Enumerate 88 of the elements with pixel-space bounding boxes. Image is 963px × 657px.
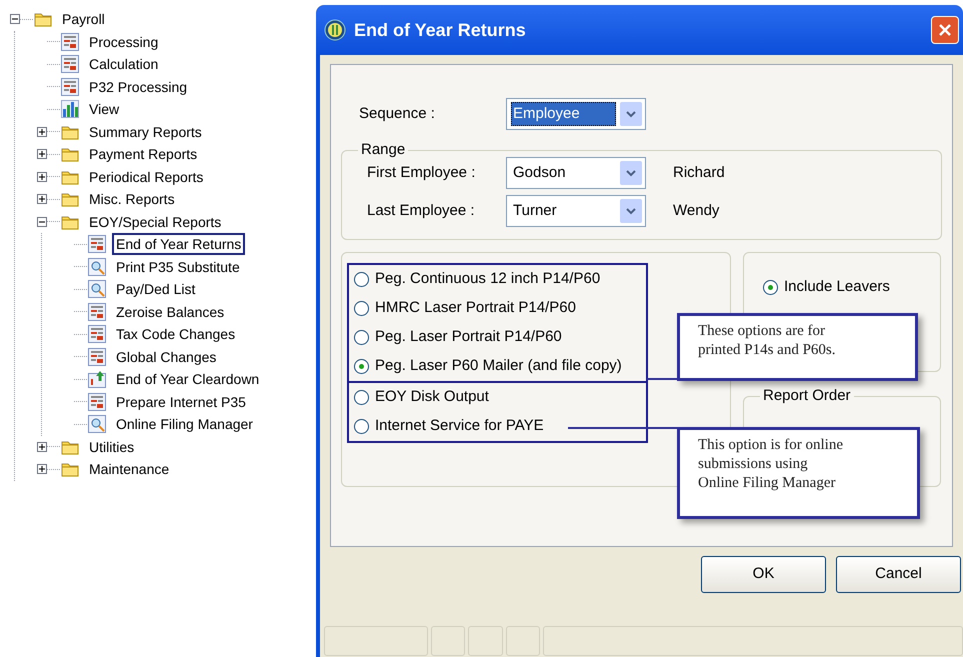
callout-tooltip: This option is for online submissions using Online Filing Manager — [677, 427, 920, 519]
magnifier-icon — [88, 280, 106, 298]
expand-icon[interactable] — [37, 172, 47, 182]
folder-icon — [61, 146, 79, 162]
tree-item[interactable]: Zeroise Balances — [112, 300, 228, 323]
status-pane — [431, 626, 466, 656]
status-pane — [468, 626, 503, 656]
caret-icon — [620, 102, 642, 126]
tree-item[interactable]: Print P35 Substitute — [112, 256, 244, 278]
leader-line — [647, 378, 677, 380]
folder-icon — [61, 191, 79, 208]
tree-item[interactable]: Processing — [85, 30, 162, 53]
callout-tooltip: These options are for printed P14s and P60s. — [677, 313, 918, 381]
radio-option[interactable]: Peg. Laser P60 Mailer (and file copy) — [354, 352, 646, 381]
bar-chart-icon — [61, 100, 79, 118]
magnifier-icon — [88, 258, 106, 276]
folder-icon — [61, 461, 79, 478]
tree-item[interactable]: Utilities — [85, 436, 138, 458]
close-button[interactable] — [931, 16, 959, 44]
field-label: Sequence : — [359, 104, 436, 124]
tree-item[interactable]: Payment Reports — [85, 143, 202, 166]
tree-item[interactable]: Global Changes — [112, 346, 220, 368]
app-icon — [324, 19, 346, 41]
dialog-button[interactable]: OK — [701, 556, 826, 593]
folder-icon — [61, 438, 79, 455]
radio-option[interactable]: Include Leavers — [763, 273, 940, 302]
tree-item[interactable]: Pay/Ded List — [112, 278, 200, 300]
expand-icon[interactable] — [37, 149, 47, 160]
form-icon — [88, 348, 106, 366]
form-icon — [88, 392, 106, 411]
form-icon — [88, 235, 106, 254]
radio-button[interactable] — [354, 301, 369, 316]
radio-option[interactable]: Peg. Continuous 12 inch P14/P60 — [354, 265, 646, 294]
form-icon — [88, 325, 106, 344]
radio-button[interactable] — [354, 419, 369, 434]
status-pane — [506, 626, 540, 656]
collapse-icon[interactable] — [10, 14, 20, 24]
employee-name: Wendy — [673, 200, 720, 221]
caret-icon — [620, 199, 642, 223]
tree-item[interactable]: End of Year Returns — [112, 233, 246, 256]
close-icon — [938, 23, 952, 37]
radio-button[interactable] — [354, 330, 369, 345]
folder-icon — [61, 124, 79, 140]
tree-item[interactable]: Maintenance — [85, 458, 174, 480]
expand-icon[interactable] — [37, 194, 47, 204]
tree-item[interactable]: Prepare Internet P35 — [112, 390, 250, 413]
form-icon — [88, 302, 106, 321]
caret-icon — [620, 161, 642, 185]
expand-icon[interactable] — [37, 464, 47, 474]
field-label: First Employee : — [367, 162, 476, 183]
collapse-icon[interactable] — [37, 216, 47, 227]
tree-item[interactable]: Payroll — [58, 8, 109, 30]
tree-item[interactable]: Calculation — [85, 53, 162, 76]
tree-item[interactable]: Periodical Reports — [85, 166, 208, 188]
expand-icon[interactable] — [37, 442, 47, 452]
radio-button[interactable] — [763, 280, 778, 295]
form-icon — [61, 32, 79, 51]
field-label: Last Employee : — [367, 200, 476, 221]
radio-option[interactable]: Internet Service for PAYE — [354, 412, 646, 441]
expand-icon[interactable] — [37, 126, 47, 137]
employee-name: Richard — [673, 162, 725, 183]
calendar-icon — [88, 370, 106, 388]
form-icon — [61, 55, 79, 74]
tree-item[interactable]: Misc. Reports — [85, 188, 179, 210]
dialog-button[interactable]: Cancel — [836, 556, 961, 593]
folder-icon — [61, 214, 79, 230]
tree-item[interactable]: Online Filing Manager — [112, 413, 257, 436]
radio-option[interactable]: Peg. Laser Portrait P14/P60 — [354, 323, 646, 352]
tree-item[interactable]: Tax Code Changes — [112, 323, 240, 346]
radio-option[interactable]: HMRC Laser Portrait P14/P60 — [354, 294, 646, 323]
dropdown[interactable]: Employee — [506, 98, 646, 130]
dropdown[interactable]: Turner — [506, 195, 646, 227]
tree-item[interactable]: End of Year Cleardown — [112, 368, 264, 390]
dropdown[interactable]: Godson — [506, 157, 646, 189]
tree-item[interactable]: EOY/Special Reports — [85, 210, 226, 233]
radio-option[interactable]: EOY Disk Output — [354, 383, 646, 412]
form-icon — [61, 78, 79, 96]
group-title: Report Order — [760, 386, 854, 406]
radio-button[interactable] — [354, 390, 369, 405]
folder-icon — [61, 168, 79, 185]
magnifier-icon — [88, 415, 106, 434]
folder-icon — [34, 11, 52, 28]
tree-item[interactable]: Summary Reports — [85, 120, 206, 143]
tree-item[interactable]: P32 Processing — [85, 76, 192, 98]
window-title: End of Year Returns — [354, 18, 527, 42]
tree-item[interactable]: View — [85, 98, 124, 120]
radio-button[interactable] — [354, 272, 369, 287]
radio-button[interactable] — [354, 359, 369, 374]
